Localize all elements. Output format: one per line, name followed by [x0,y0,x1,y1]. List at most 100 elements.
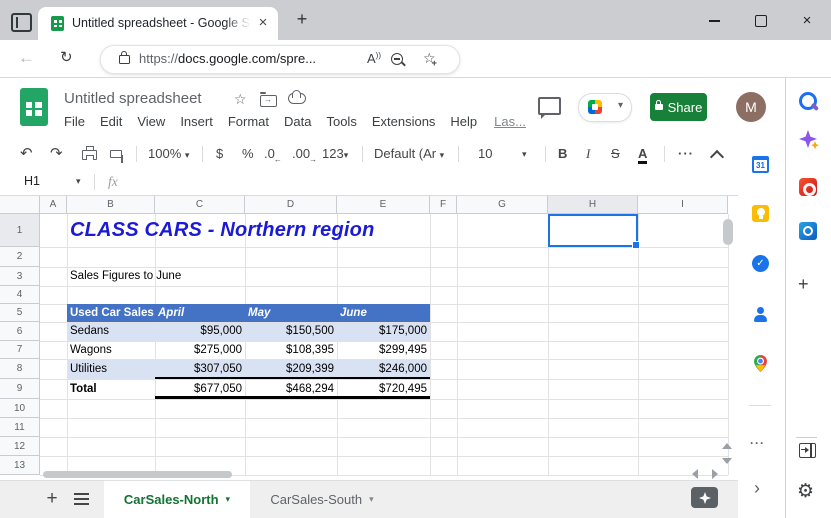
cell-c7-value[interactable]: $275,000 [155,341,242,359]
read-aloud-icon[interactable]: A)) [367,51,381,66]
menu-view[interactable]: View [137,114,165,129]
menu-tools[interactable]: Tools [326,114,356,129]
column-header-b[interactable]: B [67,196,155,214]
share-button[interactable]: Share [650,93,707,121]
keep-icon[interactable] [752,205,769,222]
grid-corner[interactable] [0,196,40,214]
print-icon[interactable] [82,150,97,160]
window-minimize-button[interactable] [702,10,726,32]
cell-b8-label[interactable]: Utilities [70,359,107,379]
selected-cell-h1[interactable] [548,214,638,247]
cell-e8-value[interactable]: $246,000 [337,359,427,379]
comment-history-icon[interactable] [538,97,561,115]
cell-d6-value[interactable]: $150,500 [245,322,334,341]
menu-insert[interactable]: Insert [180,114,213,129]
collapse-panel-icon[interactable]: › [754,478,760,499]
row-header-5[interactable]: 5 [0,304,40,322]
cell-c6-value[interactable]: $95,000 [155,322,242,341]
copilot-sparkle-icon[interactable] [799,130,819,150]
row-header-2[interactable]: 2 [0,247,40,267]
cell-e7-value[interactable]: $299,495 [337,341,427,359]
menu-edit[interactable]: Edit [100,114,122,129]
sheets-logo-icon[interactable] [20,88,48,126]
row-header-6[interactable]: 6 [0,322,40,341]
fx-icon[interactable]: fx [108,168,118,195]
strikethrough-button[interactable]: S [611,140,620,168]
new-tab-button[interactable]: + [291,9,313,31]
font-size-caret-icon[interactable]: ▾ [522,140,527,168]
row-header-11[interactable]: 11 [0,418,40,437]
format-currency-button[interactable]: $ [216,140,223,168]
maps-icon[interactable] [752,355,769,372]
all-sheets-icon[interactable] [74,493,89,505]
microsoft-365-icon[interactable] [799,178,817,196]
tasks-icon[interactable]: ✓ [752,255,769,272]
format-percent-button[interactable]: % [242,140,254,168]
row-header-13[interactable]: 13 [0,456,40,475]
name-box-caret-icon[interactable]: ▾ [76,168,81,195]
horizontal-scrollbar[interactable] [43,471,232,478]
zoom-out-icon[interactable] [391,53,403,65]
calendar-icon[interactable]: 31 [752,156,769,173]
move-to-folder-icon[interactable] [260,95,277,107]
paint-format-icon[interactable] [110,150,122,158]
cell-d8-value[interactable]: $209,399 [245,359,334,379]
browser-tab[interactable]: Untitled spreadsheet - Google Sh × [38,7,278,40]
zoom-select[interactable]: 100% ▾ [148,140,189,168]
text-color-button[interactable]: A [638,140,647,168]
scroll-right-icon[interactable] [712,469,718,479]
scroll-left-icon[interactable] [692,469,698,479]
cell-d7-value[interactable]: $108,395 [245,341,334,359]
cell-c5-april[interactable]: April [158,304,184,322]
cell-b3-subtitle[interactable]: Sales Figures to June [70,267,181,286]
document-status-cloud-icon[interactable] [288,93,306,104]
star-document-icon[interactable]: ☆ [234,91,247,108]
cell-b6-label[interactable]: Sedans [70,322,109,341]
last-edit-link[interactable]: Las... [494,114,526,129]
cell-c8-value[interactable]: $307,050 [155,359,242,379]
scroll-up-icon[interactable] [722,443,732,449]
menu-format[interactable]: Format [228,114,269,129]
panel-more-icon[interactable]: ··· [750,436,765,450]
row-header-3[interactable]: 3 [0,267,40,286]
name-box[interactable]: H1 [24,168,40,195]
font-family-select[interactable]: Default (Ari... ▾ [374,140,452,168]
address-bar[interactable]: https://docs.google.com/spre... A)) ☆+ [100,45,460,74]
outlook-icon[interactable] [799,222,817,240]
column-header-a[interactable]: A [40,196,67,214]
sidebar-toggle-icon[interactable] [799,443,816,458]
italic-button[interactable]: I [586,140,590,168]
menu-extensions[interactable]: Extensions [372,114,436,129]
fill-handle[interactable] [632,241,640,249]
row-header-1-selected[interactable]: 1 [0,214,40,247]
hide-toolbar-icon[interactable] [710,150,724,164]
toolbar-more-icon[interactable]: ··· [678,140,694,168]
cell-e5-june[interactable]: June [340,304,367,322]
undo-icon[interactable]: ↶ [20,140,33,168]
decrease-decimal-button[interactable]: .0← [264,140,283,168]
sheet-tab-carsales-south[interactable]: CarSales-South ▾ [252,481,392,518]
bold-button[interactable]: B [558,140,567,168]
column-header-i[interactable]: I [638,196,728,214]
column-header-g[interactable]: G [457,196,548,214]
menu-data[interactable]: Data [284,114,311,129]
lock-icon[interactable] [119,55,130,64]
sidebar-add-icon[interactable]: + [798,274,809,295]
row-header-8[interactable]: 8 [0,359,40,379]
column-header-f[interactable]: F [430,196,457,214]
add-sheet-button[interactable]: + [40,487,64,511]
back-icon[interactable]: ← [18,48,35,68]
explore-button[interactable] [691,487,718,508]
cell-b7-label[interactable]: Wagons [70,341,112,359]
cell-e6-value[interactable]: $175,000 [337,322,427,341]
redo-icon[interactable]: ↷ [50,140,63,168]
column-header-e[interactable]: E [337,196,430,214]
menu-file[interactable]: File [64,114,85,129]
account-avatar[interactable]: M [736,92,766,122]
window-maximize-button[interactable] [749,10,773,32]
row-header-10[interactable]: 10 [0,399,40,418]
menu-help[interactable]: Help [450,114,477,129]
document-title[interactable]: Untitled spreadsheet [64,90,202,107]
row-header-12[interactable]: 12 [0,437,40,456]
spreadsheet-grid[interactable]: A B C D E F G H I 1 2 3 4 5 6 7 8 9 10 1… [0,196,738,480]
